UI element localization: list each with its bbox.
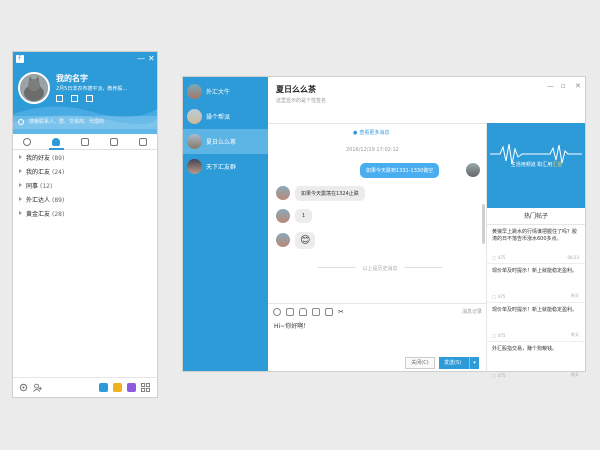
- tab-contacts[interactable]: [42, 134, 71, 150]
- group-item[interactable]: 我的好友 (89): [13, 152, 157, 166]
- signature[interactable]: 2月5日非农布德平淡，教养般...: [56, 85, 127, 92]
- maximize-icon[interactable]: ▫: [561, 82, 566, 90]
- banner-text: 生活用频道 职汇用汇信: [510, 162, 563, 168]
- close-button[interactable]: 关闭(C): [405, 357, 435, 369]
- tab-home[interactable]: [99, 134, 128, 149]
- tab-messages[interactable]: [13, 134, 42, 149]
- settings-icon[interactable]: [19, 383, 28, 392]
- group-list: 我的好友 (89) 我的汇友 (24) 同事 (12) 外汇达人 (89) 黄金汇友 (2…: [13, 150, 157, 222]
- avatar: [276, 209, 290, 223]
- hot-posts-title: 热门帖子: [487, 208, 585, 225]
- avatar: [187, 109, 202, 124]
- scrollbar[interactable]: [482, 204, 485, 244]
- group-item[interactable]: 黄金汇友 (28): [13, 208, 157, 222]
- mail-icon[interactable]: [71, 95, 78, 102]
- group-item[interactable]: 同事 (12): [13, 180, 157, 194]
- message-area: 查看更多消息 2016/12/19 17:02:12 如果今天跌到1331-13…: [268, 123, 486, 303]
- feed-icon: [138, 137, 147, 146]
- session-list: 外汇大牛 操个帮派 夏日么么茶 天下汇友群: [183, 77, 268, 371]
- apps-icon[interactable]: [141, 383, 150, 392]
- group-item[interactable]: 我的汇友 (24): [13, 166, 157, 180]
- chat-signature: 这里显示的是个性签名: [276, 98, 327, 104]
- username: 我的名字: [56, 74, 88, 83]
- avatar: [187, 134, 202, 149]
- post-item[interactable]: 外汇股指交易，赚个狗粮钱。 475 昨天: [487, 342, 585, 381]
- tab-groups[interactable]: [71, 134, 100, 149]
- add-contact-icon[interactable]: [33, 383, 42, 392]
- expand-icon: [19, 183, 22, 187]
- more-messages-link[interactable]: 查看更多消息: [353, 129, 389, 136]
- group-icon: [80, 137, 89, 146]
- folder-icon[interactable]: [325, 308, 333, 316]
- emoji-icon[interactable]: [273, 308, 281, 316]
- image-icon[interactable]: [312, 308, 320, 316]
- badge-icon[interactable]: [113, 383, 122, 392]
- avatar: [466, 163, 480, 177]
- minimize-icon[interactable]: —: [547, 82, 554, 90]
- chat-icon: [23, 137, 32, 146]
- history-divider: 以上是历史消息: [300, 265, 460, 272]
- expand-icon: [19, 197, 22, 201]
- home-icon: [109, 137, 118, 146]
- post-item[interactable]: 黄狼早上跳水的行情谁把握住了吗？胶涛的日不落告币涨水600多点。 475 08:…: [487, 225, 585, 264]
- avatar: [276, 233, 290, 247]
- avatar: [276, 186, 290, 200]
- message-bubble-them: 1: [295, 209, 313, 223]
- close-icon[interactable]: ✕: [148, 55, 155, 63]
- microphone-icon[interactable]: [299, 308, 307, 316]
- right-panel: 生活用频道 职汇用汇信 热门帖子 黄狼早上跳水的行情谁把握住了吗？胶涛的日不落告…: [486, 123, 585, 378]
- chevron-down-icon[interactable]: ▾: [469, 357, 479, 369]
- send-label: 发送(S): [444, 360, 462, 366]
- avatar: [187, 159, 202, 174]
- session-item[interactable]: 操个帮派: [183, 104, 268, 129]
- person-icon: [52, 137, 61, 146]
- message-bubble-them: 如果今天震荡在1324止跌: [295, 186, 365, 201]
- chat-title: 夏日么么茶: [276, 85, 316, 94]
- ad-banner[interactable]: 生活用频道 职汇用汇信: [487, 123, 585, 208]
- minimize-icon[interactable]: —: [137, 55, 145, 63]
- expand-icon: [19, 169, 22, 173]
- shake-icon[interactable]: [286, 308, 294, 316]
- search-input[interactable]: 搜索联系人、群、交易商、代理商: [13, 116, 157, 129]
- chat-window: 外汇大牛 操个帮派 夏日么么茶 天下汇友群 夏日么么茶 这里显示的是个性签名 —…: [182, 76, 586, 378]
- contacts-footer: [13, 377, 157, 397]
- message-history-link[interactable]: 消息记录: [462, 308, 482, 315]
- group-item[interactable]: 外汇达人 (89): [13, 194, 157, 208]
- calendar-icon[interactable]: [99, 383, 108, 392]
- close-icon[interactable]: ✕: [575, 82, 581, 90]
- session-item[interactable]: 外汇大牛: [183, 79, 268, 104]
- avatar: [187, 84, 202, 99]
- session-item[interactable]: 天下汇友群: [183, 154, 268, 179]
- expand-icon: [19, 155, 22, 159]
- message-bubble-them: 😊: [295, 232, 316, 249]
- app-logo: F: [16, 55, 24, 63]
- scissors-icon[interactable]: ✂: [338, 308, 346, 316]
- contacts-tabs: [13, 134, 157, 150]
- contacts-window: F — ✕ 我的名字 2月5日非农布德平淡，教养般... 搜索联系人、群、交易商…: [12, 51, 158, 398]
- message-input[interactable]: Hi~你好啊！: [274, 321, 309, 330]
- send-button[interactable]: 发送(S) ▾: [439, 357, 479, 369]
- profile-header: F — ✕ 我的名字 2月5日非农布德平淡，教养般... 搜索联系人、群、交易商…: [13, 52, 157, 134]
- video-icon[interactable]: [127, 383, 136, 392]
- message-bubble-me: 如果今天跌到1331-1330做空: [360, 163, 440, 178]
- post-item[interactable]: 现价单及时提示！新上就能稳定盈利。 475 昨天: [487, 303, 585, 342]
- chart-icon[interactable]: [56, 95, 63, 102]
- timestamp: 2016/12/19 17:02:12: [346, 147, 399, 153]
- post-item[interactable]: 现价单及时提示！新上就能稳定盈利。 475 昨天: [487, 264, 585, 303]
- calendar-icon[interactable]: [86, 95, 93, 102]
- session-item-selected[interactable]: 夏日么么茶: [183, 129, 268, 154]
- search-icon: [18, 119, 24, 125]
- composer: ✂ 消息记录 Hi~你好啊！ 关闭(C) 发送(S) ▾: [268, 303, 486, 371]
- avatar[interactable]: [18, 72, 50, 104]
- tab-feed[interactable]: [128, 134, 157, 149]
- expand-icon: [19, 211, 22, 215]
